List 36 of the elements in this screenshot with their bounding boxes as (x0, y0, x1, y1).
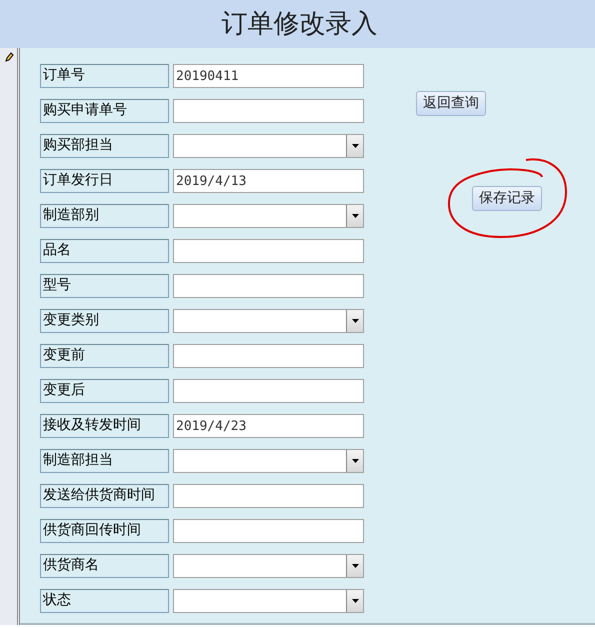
field-label: 购买部担当 (40, 134, 169, 158)
field-label: 状态 (40, 589, 169, 613)
field-label: 变更后 (40, 379, 169, 403)
dropdown-field[interactable] (173, 309, 364, 333)
field-label: 购买申请单号 (40, 99, 169, 123)
field-label: 订单发行日 (40, 169, 169, 193)
back-to-search-button[interactable]: 返回查询 (416, 91, 486, 116)
input-field[interactable] (173, 344, 364, 368)
field-label: 发送给供货商时间 (40, 484, 169, 508)
field-label: 变更类别 (40, 309, 169, 333)
field-label: 型号 (40, 274, 169, 298)
dropdown-field[interactable] (173, 554, 364, 578)
field-label: 订单号 (40, 64, 169, 88)
input-field[interactable]: 2019/4/13 (173, 169, 364, 193)
save-record-button[interactable]: 保存记录 (472, 186, 542, 210)
field-label: 供货商回传时间 (40, 519, 169, 543)
input-field[interactable] (173, 239, 364, 263)
form-title: 订单修改录入 (220, 8, 378, 40)
input-field[interactable] (173, 274, 364, 298)
input-field[interactable] (173, 519, 364, 543)
field-label: 供货商名 (40, 554, 169, 578)
input-field[interactable]: 20190411 (173, 64, 364, 88)
field-label: 制造部担当 (40, 449, 169, 473)
input-field[interactable] (173, 99, 364, 123)
dropdown-field[interactable] (173, 204, 364, 228)
dropdown-field[interactable] (173, 589, 364, 613)
field-label: 变更前 (40, 344, 169, 368)
dropdown-field[interactable] (173, 134, 364, 158)
input-field[interactable] (173, 379, 364, 403)
input-field[interactable]: 2019/4/23 (173, 414, 364, 438)
pencil-icon (4, 52, 14, 62)
dropdown-field[interactable] (173, 449, 364, 473)
field-label: 品名 (40, 239, 169, 263)
field-label: 接收及转发时间 (40, 414, 169, 438)
field-label: 制造部别 (40, 204, 169, 228)
input-field[interactable] (173, 484, 364, 508)
